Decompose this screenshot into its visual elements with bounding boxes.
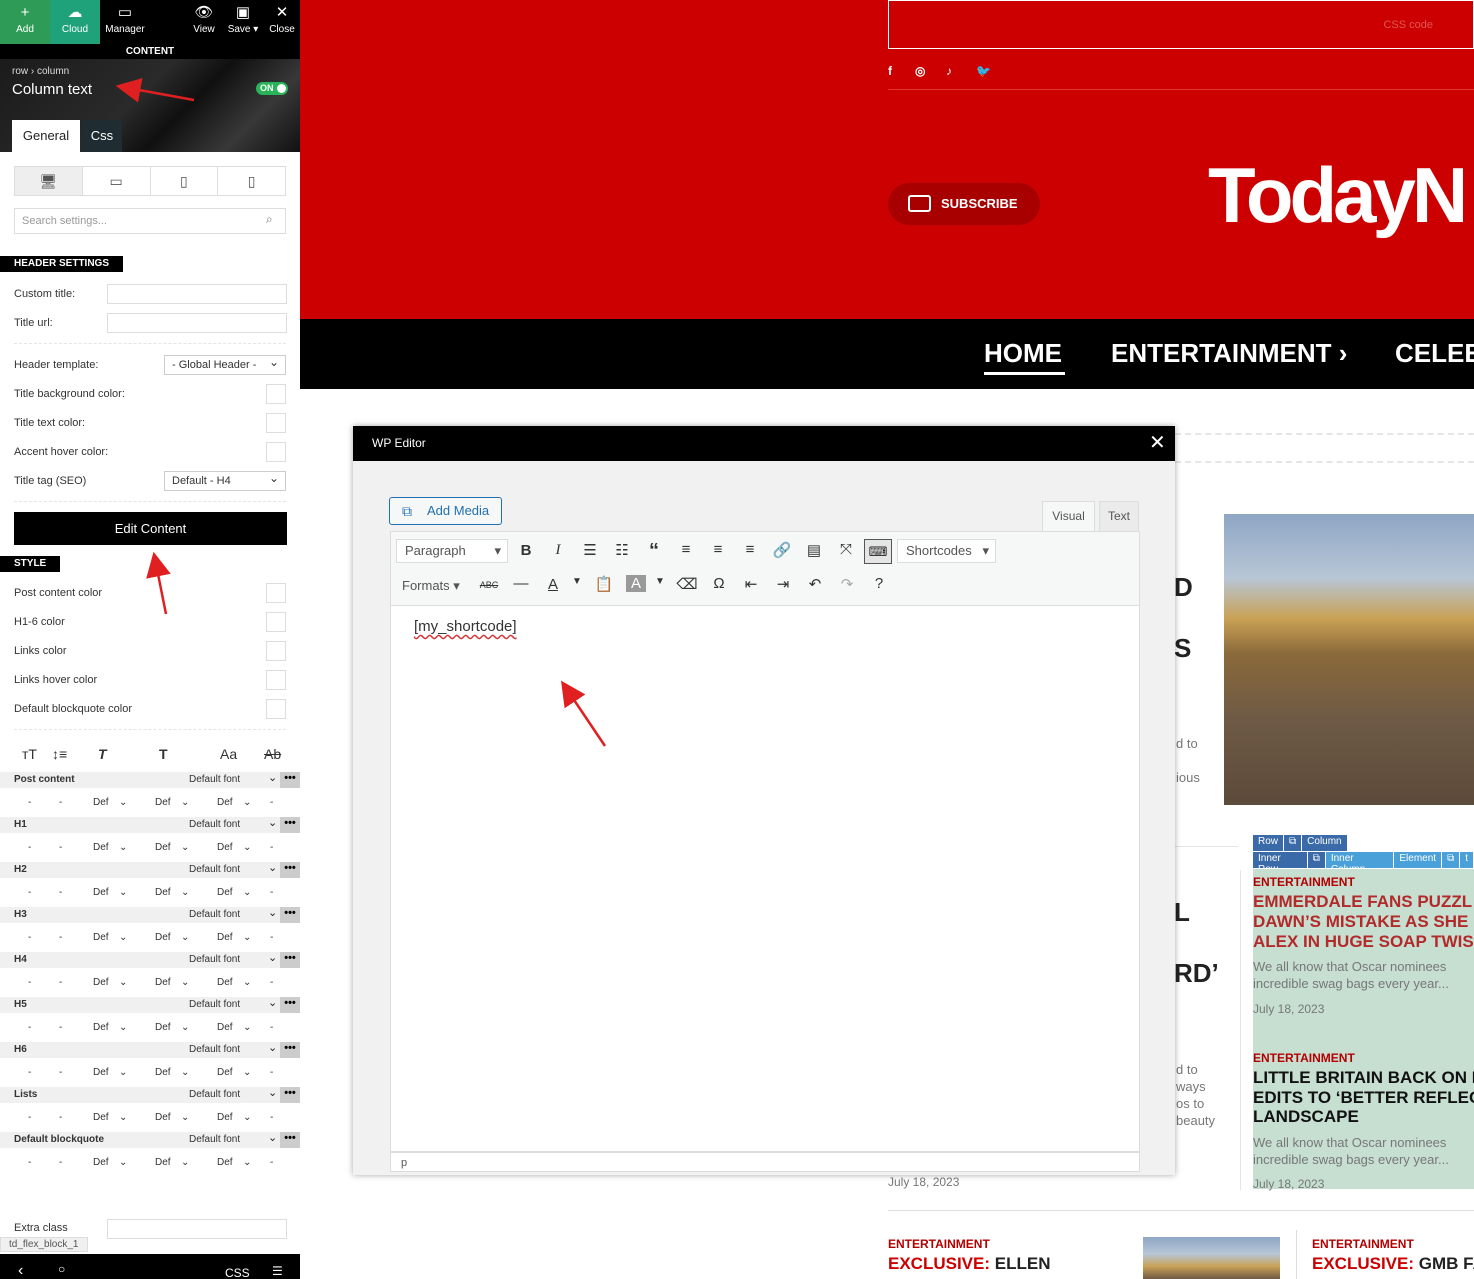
arrow xyxy=(561,680,607,747)
annotation-arrows xyxy=(115,77,607,747)
arrow xyxy=(146,551,171,615)
arrow xyxy=(115,77,195,103)
